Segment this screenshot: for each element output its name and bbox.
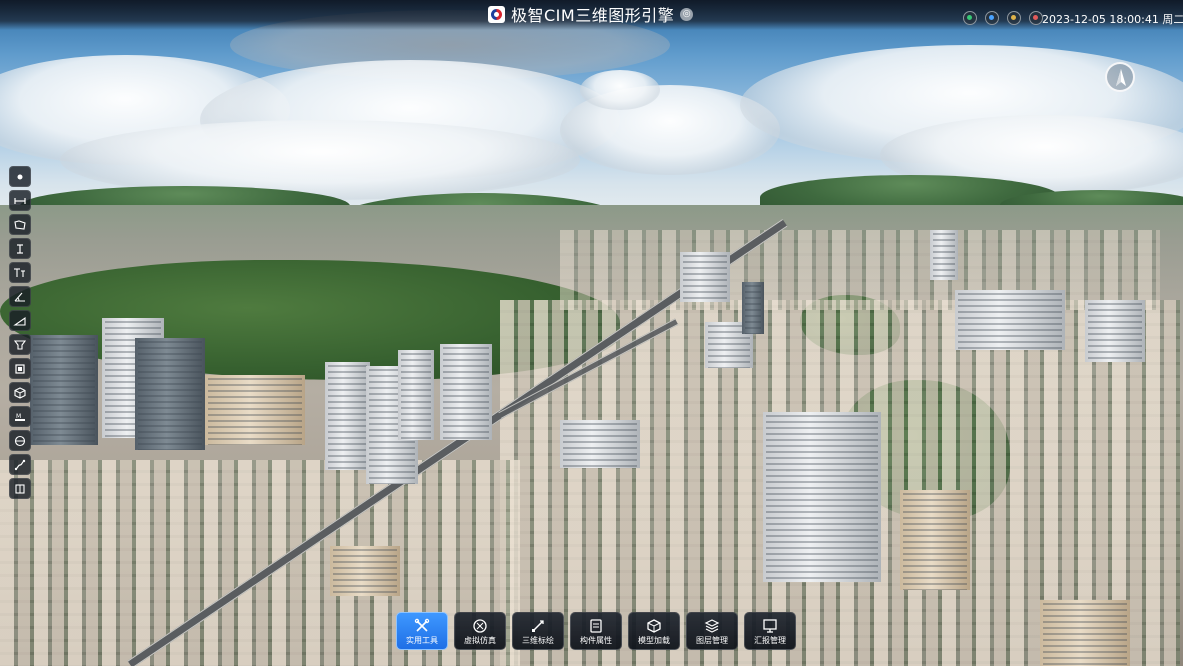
- mark-icon[interactable]: M: [9, 406, 31, 427]
- dock-button-layers[interactable]: 图层管理: [686, 612, 738, 650]
- dock-label: 实用工具: [406, 635, 438, 645]
- dock-button-plotting[interactable]: 三维标绘: [512, 612, 564, 650]
- building: [398, 350, 434, 440]
- attributes-icon: [588, 618, 604, 634]
- status-red-icon[interactable]: [1029, 11, 1043, 25]
- dock-label: 汇报管理: [754, 635, 786, 645]
- status-green-icon[interactable]: [963, 11, 977, 25]
- top-bar: 极智CIM三维图形引擎 ◎ 2023-12-05 18:00:41 周二: [0, 0, 1183, 30]
- frame-icon[interactable]: [9, 358, 31, 379]
- dock-button-report[interactable]: 汇报管理: [744, 612, 796, 650]
- building: [330, 546, 400, 596]
- dock-label: 构件属性: [580, 635, 612, 645]
- dock-label: 虚拟仿真: [464, 635, 496, 645]
- building: [900, 490, 970, 590]
- app-logo-icon: [488, 5, 505, 23]
- point-icon[interactable]: [9, 166, 31, 187]
- dock-label: 图层管理: [696, 635, 728, 645]
- volume-icon[interactable]: [9, 334, 31, 355]
- compass-icon[interactable]: [1105, 62, 1135, 92]
- dock-label: 三维标绘: [522, 635, 554, 645]
- title-info-icon[interactable]: ◎: [680, 7, 694, 21]
- bottom-dock: 实用工具 虚拟仿真 三维标绘 构件属性 模型加载 图层管理 汇报管理: [396, 612, 796, 652]
- building: [930, 230, 958, 280]
- area-icon[interactable]: [9, 214, 31, 235]
- building: [680, 252, 730, 302]
- building: [135, 338, 205, 450]
- model-load-icon: [646, 618, 662, 634]
- city-blocks: [560, 230, 1160, 310]
- report-icon: [762, 618, 778, 634]
- book-icon[interactable]: [9, 478, 31, 499]
- status-blue-icon[interactable]: [985, 11, 999, 25]
- dock-label: 模型加载: [638, 635, 670, 645]
- layers-icon: [704, 618, 720, 634]
- 3d-city-viewport[interactable]: [0, 0, 1183, 666]
- dock-button-attributes[interactable]: 构件属性: [570, 612, 622, 650]
- vertical-height-icon[interactable]: [9, 262, 31, 283]
- left-toolbar: M: [9, 166, 31, 499]
- globe-icon[interactable]: [9, 430, 31, 451]
- dock-button-model-load[interactable]: 模型加载: [628, 612, 680, 650]
- svg-text:M: M: [16, 413, 21, 420]
- building: [742, 282, 764, 334]
- dock-button-tools[interactable]: 实用工具: [396, 612, 448, 650]
- cube-icon[interactable]: [9, 382, 31, 403]
- distance-icon[interactable]: [9, 190, 31, 211]
- building: [955, 290, 1065, 350]
- simulation-icon: [472, 618, 488, 634]
- status-amber-icon[interactable]: [1007, 11, 1021, 25]
- plotting-icon: [530, 618, 546, 634]
- datetime-display: 2023-12-05 18:00:41 周二: [1042, 13, 1183, 26]
- cloud: [580, 70, 660, 110]
- building: [1085, 300, 1145, 362]
- slope-icon[interactable]: [9, 310, 31, 331]
- building: [205, 375, 305, 445]
- angle-icon[interactable]: [9, 286, 31, 307]
- path-icon[interactable]: [9, 454, 31, 475]
- building: [325, 362, 370, 470]
- building: [560, 420, 640, 468]
- building: [30, 335, 98, 445]
- building: [440, 344, 492, 440]
- height-icon[interactable]: [9, 238, 31, 259]
- dock-button-simulation[interactable]: 虚拟仿真: [454, 612, 506, 650]
- building: [1040, 600, 1130, 666]
- app-title: 极智CIM三维图形引擎: [511, 6, 675, 25]
- app-title-group: 极智CIM三维图形引擎 ◎: [488, 4, 694, 25]
- building: [763, 412, 881, 582]
- tools-icon: [414, 618, 430, 634]
- status-icons: [963, 11, 1043, 25]
